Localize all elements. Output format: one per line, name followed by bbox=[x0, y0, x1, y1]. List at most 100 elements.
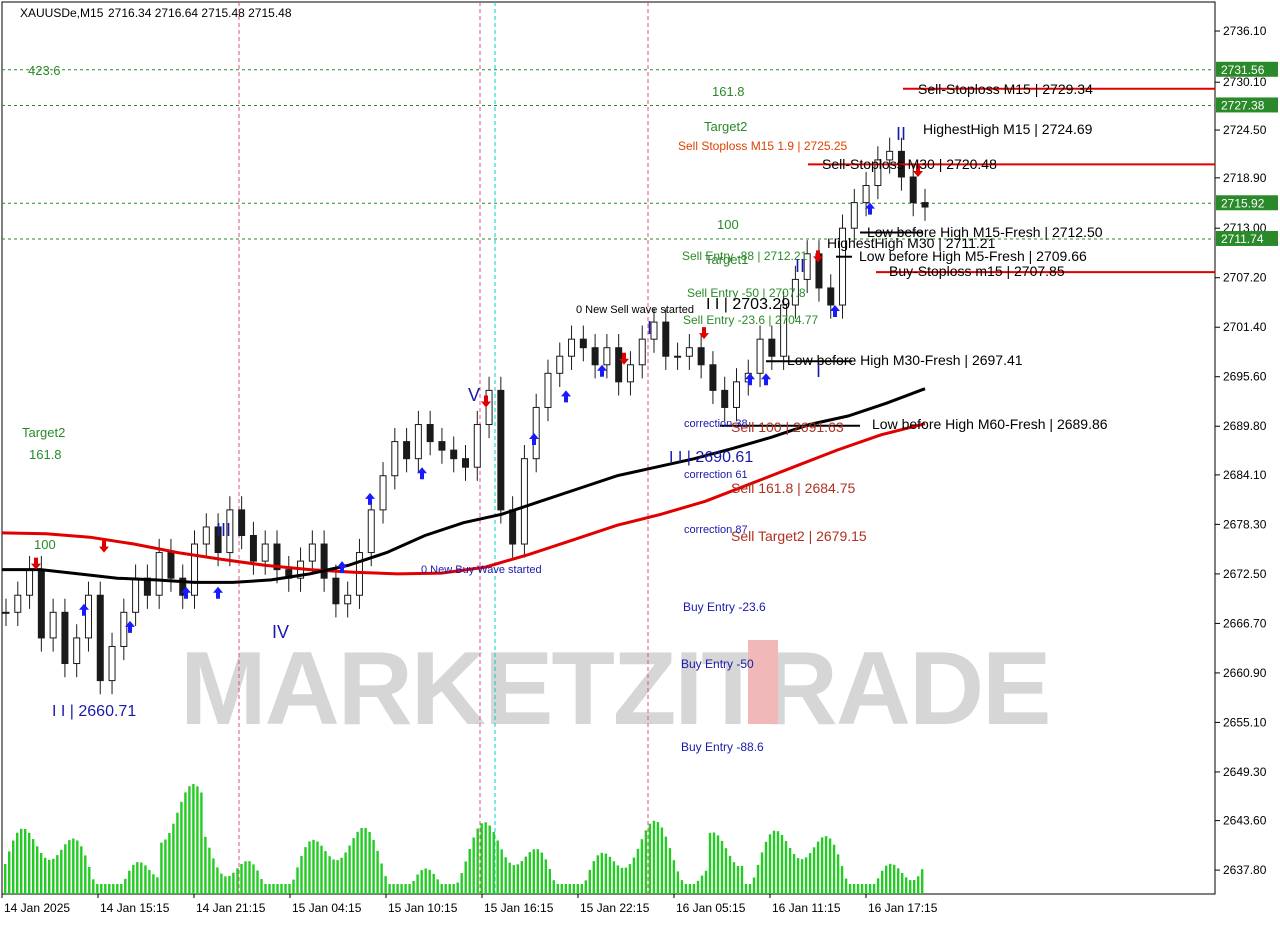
wave-label: V bbox=[468, 385, 480, 405]
volume-bar bbox=[885, 865, 888, 894]
volume-bar bbox=[720, 840, 724, 894]
volume-bar bbox=[272, 884, 275, 894]
volume-bar bbox=[784, 841, 788, 894]
volume-bar bbox=[909, 880, 912, 894]
candle-body bbox=[697, 347, 705, 366]
volume-bar bbox=[136, 862, 139, 894]
volume-bar bbox=[696, 880, 700, 894]
volume-bar bbox=[824, 836, 828, 894]
volume-bar bbox=[548, 869, 551, 894]
annotation-label: correction 87 bbox=[684, 524, 748, 536]
annotation-label: Low before High M5-Fresh | 2709.66 bbox=[859, 248, 1087, 264]
header-symbol: XAUUSDe,M15 bbox=[20, 6, 104, 20]
candle-body bbox=[509, 509, 517, 545]
volume-bar bbox=[848, 884, 852, 894]
volume-bar bbox=[428, 869, 431, 894]
candle-body bbox=[768, 338, 776, 357]
x-tick-label: 14 Jan 15:15 bbox=[100, 901, 170, 915]
volume-bar bbox=[124, 878, 127, 894]
volume-bar bbox=[556, 884, 559, 894]
volume-bar bbox=[408, 884, 411, 894]
wave-label: I bbox=[816, 361, 821, 381]
volume-bar bbox=[8, 851, 11, 894]
volume-bar bbox=[901, 873, 904, 894]
volume-bar bbox=[432, 873, 435, 894]
volume-bar bbox=[164, 839, 167, 894]
volume-bar bbox=[528, 852, 531, 894]
annotation-label: Buy Entry -50 bbox=[681, 657, 754, 671]
annotation-label: Buy Entry -88.6 bbox=[681, 740, 764, 754]
volume-bar bbox=[584, 880, 587, 894]
volume-bar bbox=[268, 884, 271, 894]
volume-bar bbox=[92, 879, 95, 894]
annotation-label: Sell 161.8 | 2684.75 bbox=[731, 480, 856, 496]
volume-bar bbox=[56, 855, 59, 894]
volume-bar bbox=[108, 884, 111, 894]
candle-body bbox=[473, 424, 481, 468]
volume-bar bbox=[856, 884, 860, 894]
x-tick-label: 16 Jan 17:15 bbox=[868, 901, 938, 915]
x-tick-label: 15 Jan 22:15 bbox=[580, 901, 650, 915]
candle-body bbox=[721, 389, 729, 408]
volume-bar bbox=[448, 884, 451, 894]
volume-bar bbox=[208, 847, 211, 894]
candle-body bbox=[544, 372, 552, 408]
volume-bar bbox=[592, 861, 595, 894]
volume-bar bbox=[800, 859, 804, 894]
volume-bar bbox=[508, 862, 511, 894]
volume-bar bbox=[404, 884, 407, 894]
y-tick-label: 2718.90 bbox=[1223, 171, 1267, 185]
volume-bar bbox=[704, 870, 708, 894]
volume-bar bbox=[196, 786, 199, 894]
y-tick-label: 2701.40 bbox=[1223, 320, 1267, 334]
volume-bar bbox=[28, 832, 31, 894]
candle-body bbox=[249, 534, 257, 562]
volume-bar bbox=[320, 845, 323, 894]
volume-bar bbox=[440, 884, 443, 894]
annotation-label: Buy Entry -23.6 bbox=[683, 600, 766, 614]
y-tick-label: 2678.30 bbox=[1223, 517, 1267, 531]
volume-bar bbox=[464, 861, 467, 894]
volume-bar bbox=[52, 858, 55, 894]
volume-bar bbox=[776, 831, 780, 894]
volume-bar bbox=[632, 857, 636, 894]
volume-bar bbox=[664, 836, 668, 894]
volume-bar bbox=[480, 823, 483, 894]
fib-label: 161.8 bbox=[712, 84, 745, 99]
volume-bar bbox=[244, 861, 247, 894]
volume-bar bbox=[216, 867, 219, 894]
volume-bar bbox=[116, 884, 119, 894]
volume-bar bbox=[412, 880, 415, 894]
volume-bar bbox=[112, 884, 115, 894]
y-tick-label: 2695.60 bbox=[1223, 370, 1267, 384]
volume-bar bbox=[516, 864, 519, 894]
volume-bar bbox=[836, 854, 840, 894]
volume-bar bbox=[636, 848, 640, 894]
volume-bar bbox=[380, 863, 383, 894]
volume-bar bbox=[296, 867, 299, 894]
volume-bar bbox=[552, 880, 555, 894]
volume-bar bbox=[536, 849, 539, 894]
volume-bar bbox=[816, 841, 820, 894]
volume-bar bbox=[820, 837, 824, 894]
volume-bar bbox=[688, 884, 692, 894]
volume-bar bbox=[132, 864, 135, 894]
annotation-label: 0 New Buy Wave started bbox=[421, 564, 542, 576]
volume-bar bbox=[60, 849, 63, 894]
volume-bar bbox=[256, 870, 259, 894]
volume-bar bbox=[100, 884, 103, 894]
volume-bar bbox=[84, 855, 87, 894]
x-tick-label: 16 Jan 11:15 bbox=[772, 901, 841, 915]
volume-bar bbox=[484, 822, 487, 894]
wave-label: II bbox=[795, 256, 805, 276]
volume-bar bbox=[420, 870, 423, 894]
candle-body bbox=[827, 287, 835, 306]
volume-bar bbox=[156, 877, 159, 894]
volume-bar bbox=[192, 784, 195, 894]
candle-body bbox=[709, 364, 717, 391]
volume-bar bbox=[572, 884, 575, 894]
volume-bar bbox=[893, 864, 896, 894]
volume-bar bbox=[468, 849, 471, 894]
volume-bar bbox=[424, 868, 427, 894]
volume-bar bbox=[184, 792, 187, 894]
